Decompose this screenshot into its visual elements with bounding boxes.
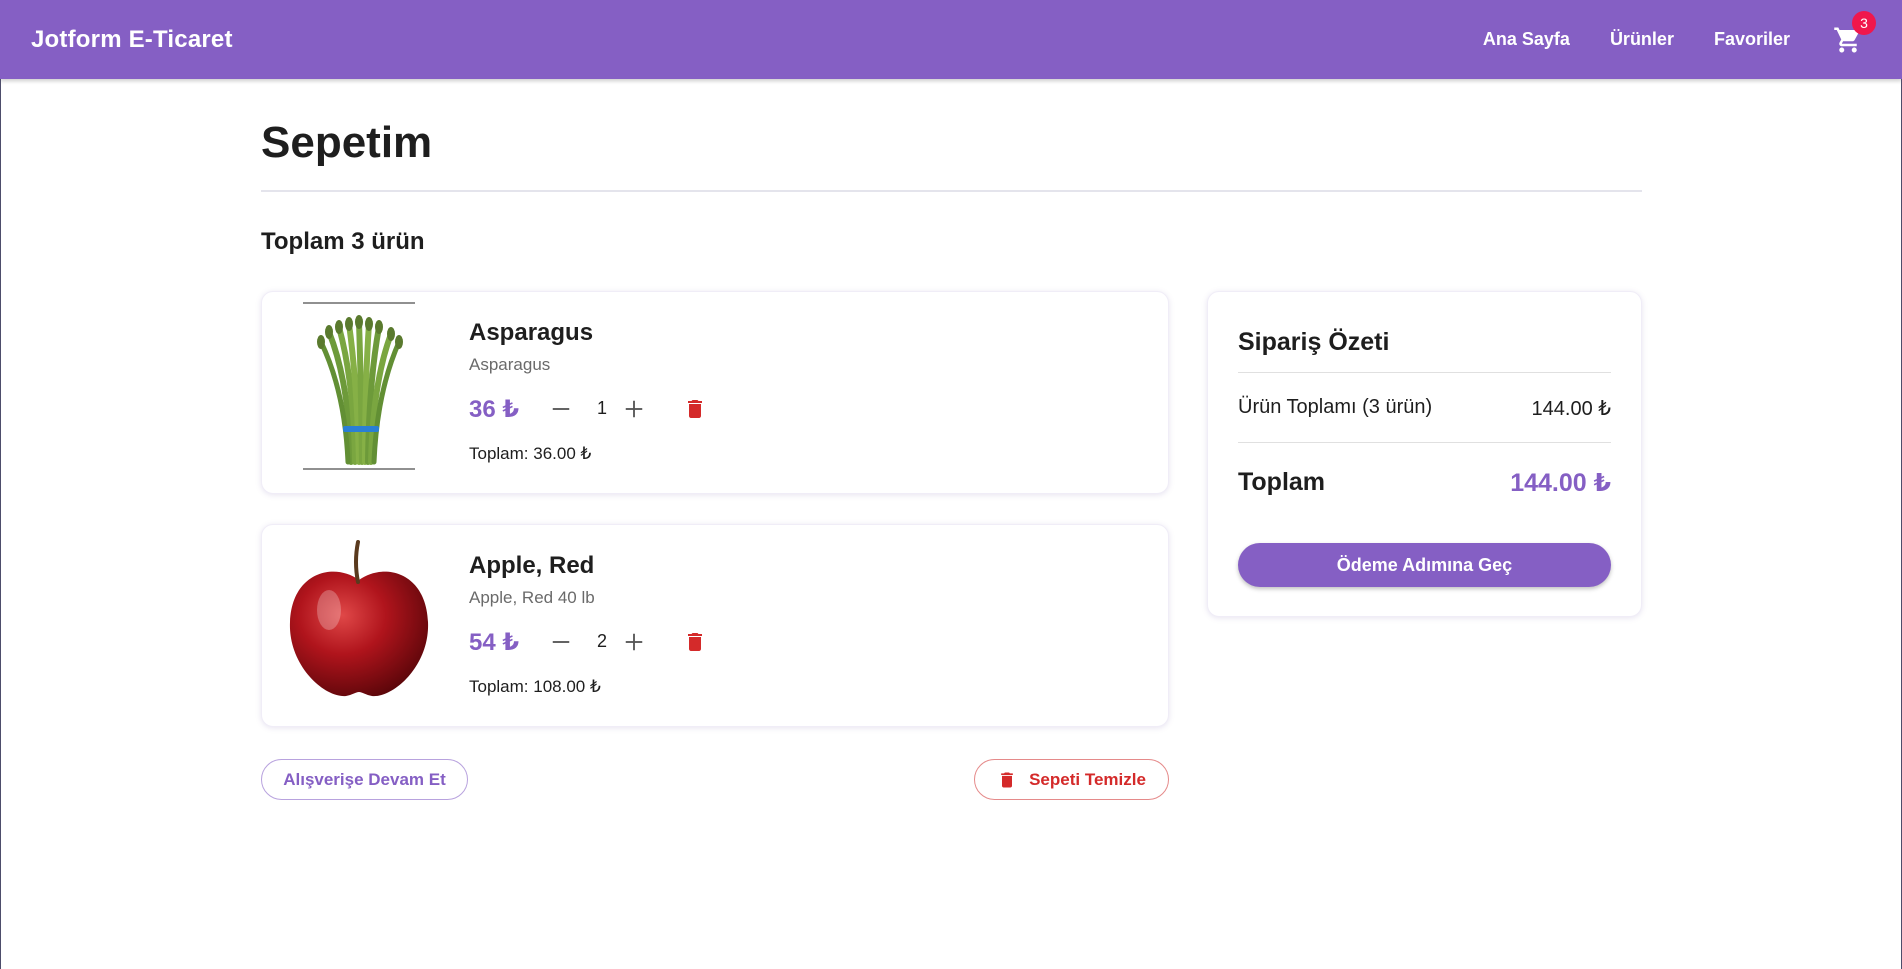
increase-quantity-button[interactable] — [619, 394, 649, 424]
plus-icon — [625, 400, 643, 418]
summary-title: Sipariş Özeti — [1238, 328, 1390, 356]
app-bar: Jotform E-Ticaret Ana Sayfa Ürünler Favo… — [0, 0, 1902, 79]
nav-home[interactable]: Ana Sayfa — [1483, 29, 1570, 50]
asparagus-image — [280, 302, 438, 472]
trash-icon — [688, 633, 702, 651]
item-price: 54 ₺ — [469, 629, 520, 656]
item-total: Toplam: 108.00 ₺ — [469, 677, 601, 696]
order-summary-card: Sipariş Özeti Ürün Toplamı (3 ürün) 144.… — [1207, 291, 1642, 617]
item-description: Apple, Red 40 lb — [469, 588, 595, 607]
increase-quantity-button[interactable] — [619, 627, 649, 657]
clear-cart-label: Sepeti Temizle — [1029, 769, 1146, 789]
item-price: 36 ₺ — [469, 396, 520, 423]
subtotal-value: 144.00 ₺ — [1531, 398, 1611, 420]
trash-icon — [688, 400, 702, 418]
subtotal-label: Ürün Toplamı (3 ürün) — [1238, 396, 1433, 418]
item-total: Toplam: 36.00 ₺ — [469, 444, 592, 463]
remove-item-button[interactable] — [680, 627, 710, 657]
main-nav: Ana Sayfa Ürünler Favoriler 3 — [1443, 10, 1876, 58]
item-name[interactable]: Asparagus — [469, 319, 593, 347]
checkout-button[interactable]: Ödeme Adımına Geç — [1238, 543, 1611, 587]
nav-products[interactable]: Ürünler — [1610, 29, 1674, 50]
summary-divider — [1238, 442, 1611, 443]
quantity-value: 1 — [596, 398, 607, 418]
summary-divider — [1238, 372, 1611, 373]
title-divider — [261, 190, 1642, 192]
cart-item-card: Asparagus Asparagus 36 ₺ 1 Toplam: 36.00… — [261, 291, 1169, 494]
decrease-quantity-button[interactable] — [546, 394, 576, 424]
total-value: 144.00 ₺ — [1510, 469, 1611, 497]
nav-favorites[interactable]: Favoriler — [1714, 29, 1790, 50]
total-label: Toplam — [1238, 468, 1326, 496]
red-apple-image — [280, 535, 438, 705]
cart-button[interactable]: 3 — [1830, 10, 1876, 58]
remove-item-button[interactable] — [680, 394, 710, 424]
plus-icon — [625, 633, 643, 651]
cart-count-badge: 3 — [1852, 10, 1876, 35]
page-title: Sepetim — [261, 118, 433, 167]
decrease-quantity-button[interactable] — [546, 627, 576, 657]
brand-title[interactable]: Jotform E-Ticaret — [31, 26, 233, 54]
quantity-value: 2 — [596, 631, 607, 651]
item-description: Asparagus — [469, 355, 551, 374]
minus-icon — [552, 641, 570, 643]
trash-icon — [997, 770, 1017, 790]
minus-icon — [552, 408, 570, 410]
item-name[interactable]: Apple, Red — [469, 552, 594, 580]
continue-shopping-button[interactable]: Alışverişe Devam Et — [261, 759, 468, 800]
item-count-text: Toplam 3 ürün — [261, 228, 425, 255]
cart-item-card: Apple, Red Apple, Red 40 lb 54 ₺ 2 Topla… — [261, 524, 1169, 727]
clear-cart-button[interactable]: Sepeti Temizle — [974, 759, 1169, 800]
